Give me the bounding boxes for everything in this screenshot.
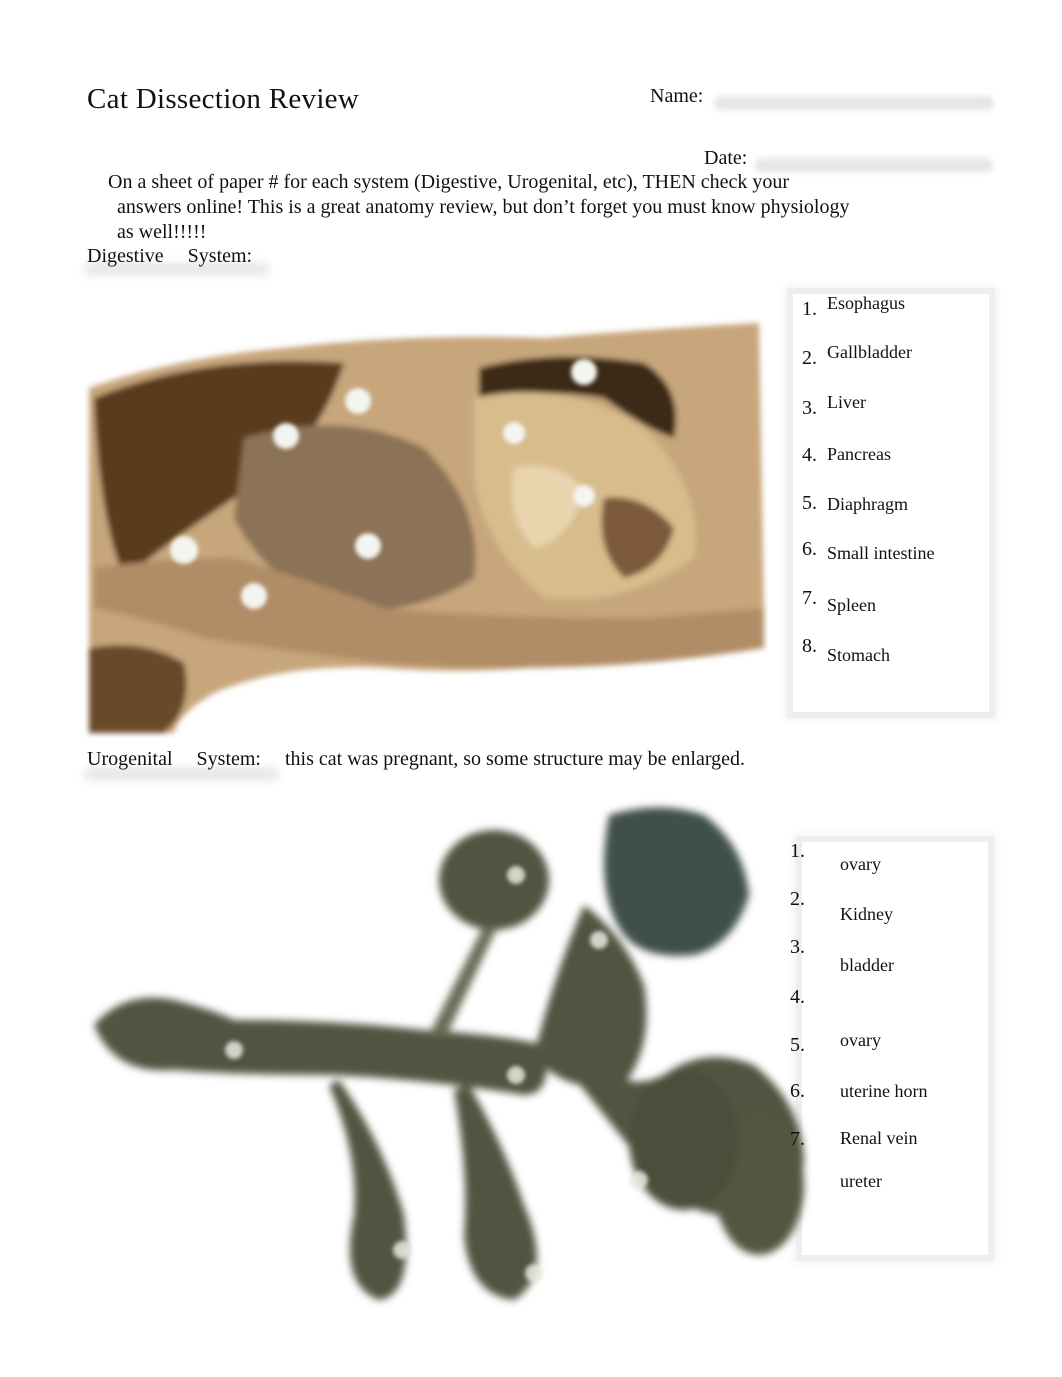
urogenital-key-label: Kidney [840,904,893,924]
urogenital-heading: Urogenital System: this cat was pregnant… [87,748,745,771]
digestive-key-number: 8. [802,635,817,657]
digestive-image [84,318,768,738]
urogenital-key-label: bladder [840,955,894,975]
name-field[interactable] [714,96,994,110]
urogenital-key-number: 7. [790,1128,805,1150]
digestive-photo-illustration [89,323,764,733]
urogenital-key-label: uterine horn [840,1081,928,1101]
urogenital-key-label: ovary [840,854,881,874]
urogenital-key-number: 2. [790,888,805,910]
digestive-key-label: Gallbladder [827,342,912,362]
instructions-line-3: as well!!!!! [117,221,207,243]
digestive-heading: Digestive System: [87,245,252,268]
digestive-key-number: 5. [802,492,817,514]
digestive-key-label: Diaphragm [827,494,908,514]
digestive-key-number: 4. [802,444,817,466]
urogenital-key-number: 6. [790,1080,805,1102]
urogenital-key-number: 1. [790,840,805,862]
urogenital-note: this cat was pregnant, so some structure… [284,748,746,770]
digestive-key-label: Pancreas [827,444,891,464]
urogenital-heading-system: System: [196,748,261,770]
urogenital-key-label: ovary [840,1030,881,1050]
page-title: Cat Dissection Review [87,83,360,115]
urogenital-photo-illustration [94,807,804,1300]
instructions-line-2: answers online! This is a great anatomy … [117,196,850,218]
date-label: Date: [704,147,748,169]
urogenital-key-number: 5. [790,1034,805,1056]
date-field[interactable] [755,158,993,172]
urogenital-heading-word: Urogenital [87,748,173,770]
digestive-key-number: 7. [802,587,817,609]
urogenital-image [84,795,814,1355]
digestive-heading-system: System: [187,245,253,267]
urogenital-key-number: 4. [790,986,805,1008]
digestive-key-number: 3. [802,397,817,419]
urogenital-key-number: 3. [790,936,805,958]
name-label: Name: [650,85,704,107]
digestive-key-number: 6. [802,538,817,560]
digestive-key-label: Spleen [827,595,876,615]
urogenital-key-label: Renal vein [840,1128,918,1148]
digestive-key-label: Liver [827,392,866,412]
urogenital-key-label: ureter [840,1171,882,1191]
digestive-key-number: 1. [802,298,817,320]
digestive-key-label: Stomach [827,645,890,665]
urogenital-key-box [802,842,988,1255]
digestive-key-number: 2. [802,347,817,369]
digestive-heading-word: Digestive [87,245,164,267]
instructions-line-1: On a sheet of paper # for each system (D… [108,171,790,193]
digestive-key-label: Small intestine [827,543,935,563]
digestive-key-label: Esophagus [827,293,905,313]
